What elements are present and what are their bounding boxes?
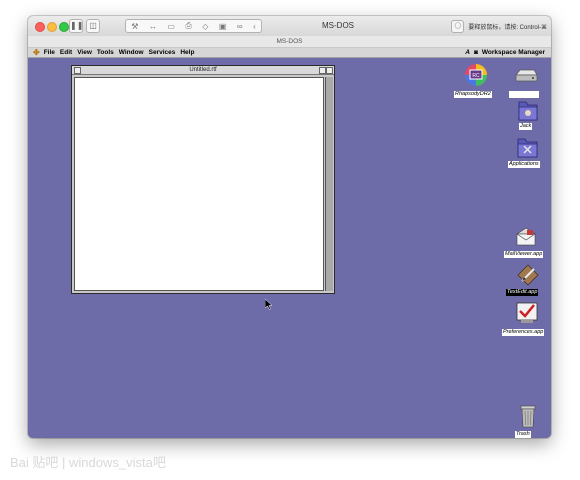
svg-text:RC: RC — [472, 73, 480, 79]
menu-view[interactable]: View — [77, 49, 92, 56]
textedit-pen-icon — [517, 264, 539, 286]
mailviewer-app[interactable]: MailViewer.app — [504, 226, 551, 260]
trash-can-icon — [520, 405, 536, 428]
font-icon[interactable]: A — [465, 49, 470, 56]
preferences-app[interactable]: Preferences.app — [502, 301, 551, 337]
rhapsody-disk-label: RhapsodyDR2 — [454, 91, 492, 98]
vm-window: ❚❚ ◫ ⚒ ↔ ▭ ⎙ ◇ ▣ ∞ ‹ MS-DOS ◯ 要释放鼠标，请按: … — [28, 16, 551, 438]
share-icon[interactable]: ∞ — [237, 22, 243, 31]
applications-folder[interactable]: Applications — [508, 135, 551, 171]
tab-title[interactable]: MS-DOS — [277, 38, 303, 45]
workspace-manager-label[interactable]: Workspace Manager — [482, 49, 545, 56]
mouse-icon: ◯ — [451, 19, 465, 33]
menu-help[interactable]: Help — [180, 49, 194, 56]
document-zoom-button[interactable] — [319, 67, 326, 74]
menu-tools[interactable]: Tools — [97, 49, 114, 56]
hard-drive-label — [509, 91, 539, 98]
document-scrollbar[interactable] — [325, 77, 333, 291]
trash[interactable]: Trash — [513, 403, 543, 438]
jack-folder[interactable]: Jack — [513, 98, 543, 132]
pause-icon: ❚❚ — [70, 21, 84, 30]
document-window[interactable]: Untitled.rtf — [71, 65, 335, 294]
close-window-button[interactable] — [35, 22, 45, 32]
desktop[interactable]: Untitled.rtf RC RhapsodyDR2 Jack Applica… — [28, 58, 551, 438]
maximize-window-button[interactable] — [59, 22, 69, 32]
document-titlebar[interactable]: Untitled.rtf — [72, 66, 334, 75]
miniaturize-button[interactable] — [74, 67, 81, 74]
snapshot-button[interactable]: ◫ — [86, 19, 100, 33]
rhapsody-menu-icon[interactable]: ✤ — [33, 48, 40, 57]
pause-button[interactable]: ❚❚ — [69, 19, 83, 33]
host-titlebar: ❚❚ ◫ ⚒ ↔ ▭ ⎙ ◇ ▣ ∞ ‹ MS-DOS ◯ 要释放鼠标，请按: … — [28, 16, 551, 36]
menu-edit[interactable]: Edit — [60, 49, 72, 56]
mouse-release-hint: ◯ 要释放鼠标，请按: Control-⌘ — [451, 19, 547, 33]
document-title: Untitled.rtf — [189, 67, 217, 73]
textedit-app-label: TextEdit.app — [506, 289, 539, 296]
network-icon[interactable]: ◇ — [202, 22, 208, 31]
toolbar-controls: ⚒ ↔ ▭ ⎙ ◇ ▣ ∞ ‹ — [125, 19, 262, 33]
chevron-left-icon[interactable]: ‹ — [253, 22, 256, 31]
textedit-app[interactable]: TextEdit.app — [506, 263, 551, 297]
drive-icon[interactable]: ▭ — [167, 22, 175, 31]
rhapsody-disk-icon: RC — [465, 64, 487, 86]
mailviewer-app-label: MailViewer.app — [504, 251, 544, 258]
hard-drive-icon — [515, 69, 538, 82]
mail-envelope-icon — [516, 227, 536, 246]
trash-label: Trash — [515, 431, 531, 438]
applications-folder-label: Applications — [508, 161, 540, 168]
mouse-pointer-icon — [265, 299, 273, 310]
workspace-icon: ◙ — [473, 49, 478, 56]
window-title: MS-DOS — [322, 21, 354, 30]
menu-services[interactable]: Services — [149, 49, 176, 56]
guest-menubar: ✤ File Edit View Tools Window Services H… — [28, 48, 551, 58]
menu-file[interactable]: File — [44, 49, 55, 56]
menu-window[interactable]: Window — [119, 49, 144, 56]
printer-icon[interactable]: ⎙ — [185, 21, 191, 31]
preferences-checkmark-icon — [516, 302, 538, 323]
hint-text: 要释放鼠标，请按: Control-⌘ — [468, 24, 547, 31]
jack-folder-label: Jack — [519, 123, 533, 130]
arrows-icon[interactable]: ↔ — [149, 22, 157, 31]
preferences-app-label: Preferences.app — [502, 329, 545, 336]
minimize-window-button[interactable] — [47, 22, 57, 32]
camera-icon[interactable]: ▣ — [219, 22, 227, 31]
baidu-watermark: Bai 贴吧 | windows_vista吧 — [10, 455, 166, 470]
document-close-button[interactable] — [326, 67, 333, 74]
wrench-icon[interactable]: ⚒ — [131, 22, 138, 31]
home-folder-icon — [518, 101, 538, 121]
document-text-area[interactable] — [74, 77, 324, 291]
snapshot-icon: ◫ — [89, 21, 97, 30]
applications-folder-icon — [517, 138, 538, 158]
tab-bar: MS-DOS — [28, 36, 551, 48]
